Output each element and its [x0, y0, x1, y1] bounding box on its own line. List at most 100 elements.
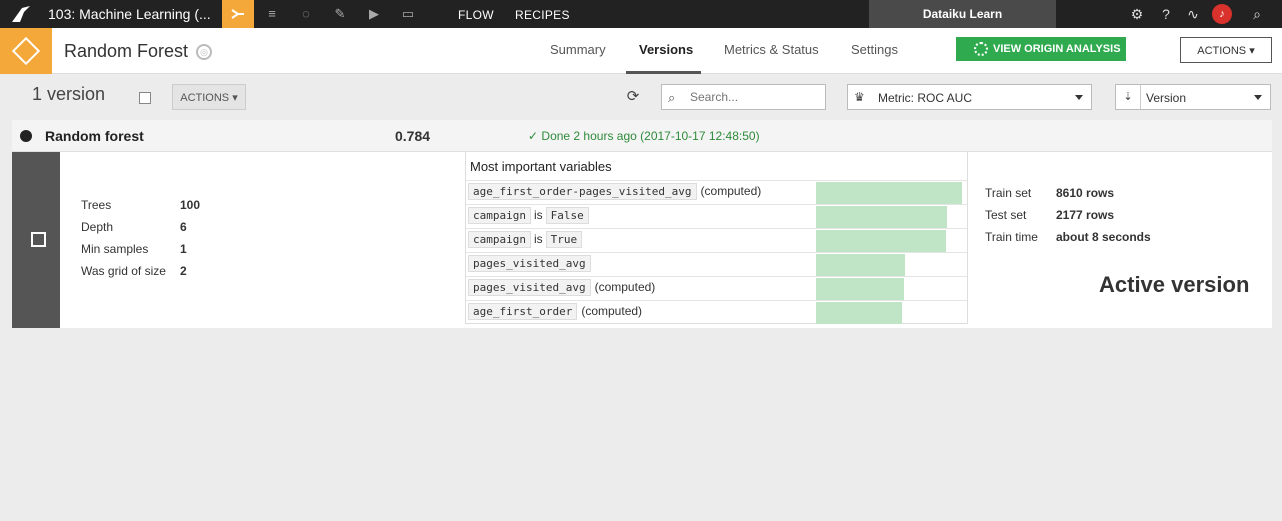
actions-label: ACTIONS: [1197, 44, 1247, 57]
stat-key: Test set: [985, 208, 1027, 222]
variable-name: campaign: [468, 231, 531, 248]
sort-select[interactable]: ⇣ Version: [1115, 84, 1271, 110]
instance-name[interactable]: Dataiku Learn: [869, 0, 1056, 28]
stat-value: 2177 rows: [1056, 208, 1115, 222]
variable-row: pages_visited_avg: [466, 252, 967, 276]
search-icon[interactable]: ⌕: [1248, 5, 1266, 23]
flow-menu-button[interactable]: [222, 0, 254, 28]
param-row: Min samples 1: [81, 242, 221, 264]
param-value: 100: [180, 198, 201, 212]
stat-key: Train time: [985, 230, 1038, 244]
version-status-text: Done 2 hours ago (2017-10-17 12:48:50): [541, 129, 760, 143]
view-origin-analysis-button[interactable]: VIEW ORIGIN ANALYSIS: [956, 37, 1126, 61]
sort-order-icon[interactable]: ⇣: [1116, 85, 1141, 109]
metric-select[interactable]: ♛ Metric: ROC AUC: [847, 84, 1092, 110]
lab-icon[interactable]: ◌: [298, 6, 314, 22]
page-title: Random Forest: [64, 41, 189, 61]
variable-is: is: [533, 232, 543, 246]
stat-row: Train time about 8 seconds: [985, 230, 1185, 252]
param-value: 6: [180, 220, 187, 234]
compass-icon[interactable]: ◎: [196, 44, 212, 60]
version-score: 0.784: [395, 128, 431, 144]
param-key: Min samples: [81, 242, 149, 256]
dataiku-bird-logo[interactable]: [10, 4, 32, 24]
caret-down-icon: ▾: [232, 91, 238, 104]
gear-icon[interactable]: ⚙: [1128, 5, 1146, 23]
version-status: ✓ Done 2 hours ago (2017-10-17 12:48:50): [528, 129, 760, 143]
param-key: Trees: [81, 198, 112, 212]
top-navbar: 103: Machine Learning (... ≡ ◌ ✎ ▶ ▭ FLO…: [0, 0, 1282, 28]
importance-bar: [816, 182, 962, 204]
variable-row: campaign is True: [466, 228, 967, 252]
bell-notification-icon[interactable]: ♪: [1212, 4, 1232, 24]
model-diamond-icon: [11, 36, 41, 66]
variable-name: campaign: [468, 207, 531, 224]
variable-label: campaign is True: [468, 231, 583, 248]
variable-row: campaign is False: [466, 204, 967, 228]
tab-summary[interactable]: Summary: [550, 42, 606, 57]
tab-metrics-status[interactable]: Metrics & Status: [724, 42, 819, 57]
selection-strip: [12, 152, 60, 328]
dashboards-icon[interactable]: ▭: [400, 6, 416, 22]
param-value: 2: [180, 264, 187, 278]
help-icon[interactable]: ?: [1157, 5, 1175, 23]
version-count: 1 version: [32, 84, 106, 104]
variable-row: pages_visited_avg (computed): [466, 276, 967, 300]
stat-key: Train set: [985, 186, 1032, 200]
variable-label: pages_visited_avg (computed): [468, 279, 656, 296]
variable-suffix: (computed): [581, 304, 643, 318]
checkmark-icon: ✓: [528, 129, 539, 143]
datasets-icon[interactable]: ≡: [264, 6, 280, 22]
notebook-icon[interactable]: ✎: [332, 6, 348, 22]
stat-row: Train set 8610 rows: [985, 186, 1185, 208]
jobs-play-icon[interactable]: ▶: [366, 6, 382, 22]
stat-row: Test set 2177 rows: [985, 208, 1185, 230]
variable-label: age_first_order-pages_visited_avg (comput…: [468, 183, 762, 200]
vars-title: Most important variables: [470, 159, 612, 174]
active-version-label: Active version: [1099, 272, 1250, 297]
stat-value: 8610 rows: [1056, 186, 1115, 200]
variable-label: age_first_order (computed): [468, 303, 643, 320]
variable-name: age_first_order-pages_visited_avg: [468, 183, 697, 200]
version-card-body: Trees 100 Depth 6 Min samples 1 Was grid…: [12, 152, 1272, 328]
sort-value: Version: [1146, 91, 1187, 105]
tab-settings[interactable]: Settings: [851, 42, 898, 57]
refresh-circle-icon: [974, 42, 988, 56]
important-variables-panel: Most important variables age_first_order…: [465, 152, 968, 324]
param-row: Depth 6: [81, 220, 221, 242]
importance-bar: [816, 230, 946, 252]
caret-down-icon: ▾: [1249, 44, 1255, 57]
variable-label: pages_visited_avg: [468, 255, 591, 272]
search-box: ⌕: [661, 84, 826, 110]
recipes-link[interactable]: RECIPES: [515, 8, 570, 22]
model-type-badge: [0, 28, 52, 74]
view-origin-label: VIEW ORIGIN ANALYSIS: [993, 43, 1121, 55]
active-dot-icon: [20, 130, 32, 142]
importance-bar: [816, 206, 947, 228]
variable-suffix: (computed): [700, 184, 762, 198]
param-key: Was grid of size: [81, 264, 166, 278]
variable-suffix: (computed): [594, 280, 656, 294]
version-select-checkbox[interactable]: [31, 232, 46, 247]
select-all-checkbox[interactable]: [139, 92, 151, 104]
param-row: Trees 100: [81, 198, 221, 220]
versions-toolbar: 1 version ACTIONS ▾ ⟳ ⌕ ♛ Metric: ROC AU…: [0, 74, 1282, 120]
search-input[interactable]: [690, 89, 820, 105]
variable-row: age_first_order (computed): [466, 300, 967, 324]
refresh-icon[interactable]: ⟳: [624, 88, 642, 106]
version-name: Random forest: [45, 128, 144, 144]
version-card-header[interactable]: Random forest 0.784 ✓ Done 2 hours ago (…: [12, 120, 1272, 152]
bulk-actions-button[interactable]: ACTIONS ▾: [172, 84, 246, 110]
activity-icon[interactable]: ∿: [1184, 5, 1202, 23]
tab-versions[interactable]: Versions: [639, 42, 693, 57]
trophy-icon: ♛: [854, 90, 865, 104]
metric-value: Metric: ROC AUC: [878, 91, 973, 105]
caret-down-icon: [1075, 95, 1083, 100]
project-title[interactable]: 103: Machine Learning (...: [48, 6, 211, 22]
stat-value: about 8 seconds: [1056, 230, 1151, 244]
actions-dropdown-button[interactable]: ACTIONS ▾: [1180, 37, 1272, 63]
model-header: Random Forest ◎ Summary Versions Metrics…: [0, 28, 1282, 74]
flow-link[interactable]: FLOW: [458, 8, 494, 22]
variable-is: is: [533, 208, 543, 222]
variable-name: pages_visited_avg: [468, 279, 591, 296]
